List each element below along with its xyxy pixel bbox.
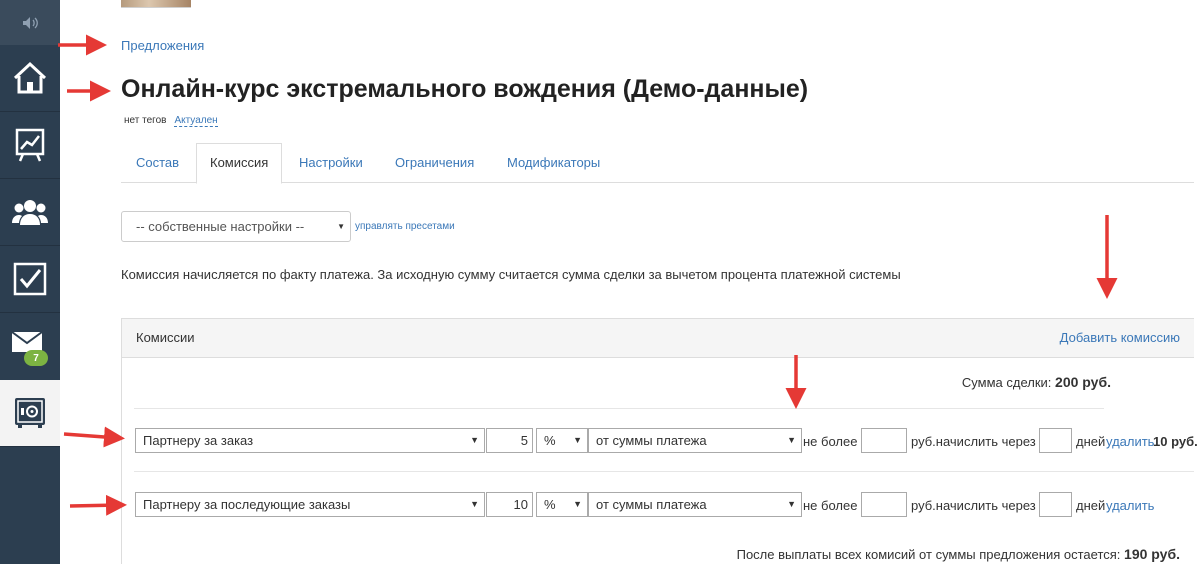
remaining-sum-label: После выплаты всех комисий от суммы пред… bbox=[736, 547, 1121, 562]
recipient-select-value: Партнеру за заказ bbox=[143, 433, 254, 448]
deal-sum: Сумма сделки: 200 руб. bbox=[962, 374, 1111, 390]
recipient-select[interactable]: Партнеру за заказ ▼ bbox=[135, 428, 485, 453]
sidebar-item-reports[interactable] bbox=[0, 112, 60, 178]
chevron-down-icon: ▼ bbox=[787, 435, 796, 445]
max-amount-input[interactable] bbox=[861, 428, 907, 453]
panel-title: Комиссии bbox=[136, 330, 195, 345]
page-title: Онлайн-курс экстремального вождения (Дем… bbox=[121, 75, 809, 103]
amount-input[interactable]: 5 bbox=[486, 428, 533, 453]
users-icon bbox=[12, 200, 48, 225]
not-more-label: не более bbox=[803, 498, 858, 513]
days-input[interactable] bbox=[1039, 428, 1072, 453]
commission-result: 10 руб. bbox=[1153, 434, 1198, 449]
chevron-down-icon: ▼ bbox=[470, 499, 479, 509]
sidebar-item-home[interactable] bbox=[0, 45, 60, 111]
status-link[interactable]: Актуален bbox=[174, 115, 218, 127]
base-select[interactable]: от суммы платежа ▼ bbox=[588, 492, 802, 517]
chevron-down-icon: ▼ bbox=[573, 499, 582, 509]
panel-header: Комиссии Добавить комиссию bbox=[122, 319, 1194, 358]
max-amount-input[interactable] bbox=[861, 492, 907, 517]
sidebar-item-mail[interactable] bbox=[0, 313, 60, 379]
remaining-sum: После выплаты всех комисий от суммы пред… bbox=[737, 546, 1180, 562]
remaining-sum-value: 190 руб. bbox=[1124, 546, 1180, 562]
divider bbox=[134, 471, 1194, 472]
commission-info-text: Комиссия начисляется по факту платежа. З… bbox=[121, 267, 901, 282]
chevron-down-icon: ▼ bbox=[337, 222, 345, 231]
unit-select-value: % bbox=[544, 497, 556, 512]
days-input[interactable] bbox=[1039, 492, 1072, 517]
delete-link[interactable]: удалить bbox=[1106, 498, 1154, 513]
base-select-value: от суммы платежа bbox=[596, 497, 707, 512]
breadcrumb-offers-link[interactable]: Предложения bbox=[121, 38, 204, 53]
amount-input[interactable]: 10 bbox=[486, 492, 533, 517]
base-select[interactable]: от суммы платежа ▼ bbox=[588, 428, 802, 453]
tab-settings[interactable]: Настройки bbox=[299, 144, 363, 183]
tab-commission[interactable]: Комиссия bbox=[196, 143, 283, 184]
chevron-down-icon: ▼ bbox=[470, 435, 479, 445]
accrue-label: руб.начислить через bbox=[911, 434, 1036, 449]
recipient-select[interactable]: Партнеру за последующие заказы ▼ bbox=[135, 492, 485, 517]
tab-modifiers[interactable]: Модификаторы bbox=[507, 144, 600, 183]
product-thumbnail bbox=[121, 0, 191, 8]
deal-sum-label: Сумма сделки: bbox=[961, 375, 1052, 390]
home-icon bbox=[13, 61, 47, 94]
sidebar-item-users[interactable] bbox=[0, 179, 60, 245]
safe-icon bbox=[15, 398, 45, 428]
no-tags-label: нет тегов bbox=[124, 115, 167, 126]
manage-presets-link[interactable]: управлять пресетами bbox=[355, 221, 455, 232]
deal-sum-value: 200 руб. bbox=[1055, 374, 1111, 390]
unit-select[interactable]: % ▼ bbox=[536, 428, 588, 453]
unit-select-value: % bbox=[544, 433, 556, 448]
tab-restrictions[interactable]: Ограничения bbox=[395, 144, 474, 183]
recipient-select-value: Партнеру за последующие заказы bbox=[143, 497, 351, 512]
tasks-icon bbox=[13, 262, 47, 296]
not-more-label: не более bbox=[803, 434, 858, 449]
base-select-value: от суммы платежа bbox=[596, 433, 707, 448]
tab-bar: Состав Комиссия Настройки Ограничения Мо… bbox=[121, 143, 1194, 184]
arrow-icon bbox=[63, 426, 125, 448]
tags-row: нет тегов Актуален bbox=[124, 115, 218, 127]
sidebar-item-offers[interactable] bbox=[0, 380, 60, 446]
chevron-down-icon: ▼ bbox=[787, 499, 796, 509]
chart-icon bbox=[15, 128, 45, 162]
preset-select[interactable]: -- собственные настройки -- ▼ bbox=[121, 211, 351, 242]
days-label: дней bbox=[1076, 434, 1106, 449]
sidebar-item-tasks[interactable] bbox=[0, 246, 60, 312]
preset-select-value: -- собственные настройки -- bbox=[136, 219, 305, 234]
mail-count-badge: 7 bbox=[24, 350, 48, 366]
tab-composition[interactable]: Состав bbox=[136, 144, 179, 183]
add-commission-link[interactable]: Добавить комиссию bbox=[1060, 330, 1180, 345]
unit-select[interactable]: % ▼ bbox=[536, 492, 588, 517]
arrow-icon bbox=[69, 494, 127, 516]
chevron-down-icon: ▼ bbox=[573, 435, 582, 445]
speaker-icon[interactable] bbox=[0, 0, 60, 45]
days-label: дней bbox=[1076, 498, 1106, 513]
delete-link[interactable]: удалить bbox=[1106, 434, 1154, 449]
sidebar: 7 bbox=[0, 0, 60, 564]
accrue-label: руб.начислить через bbox=[911, 498, 1036, 513]
divider bbox=[134, 408, 1104, 409]
